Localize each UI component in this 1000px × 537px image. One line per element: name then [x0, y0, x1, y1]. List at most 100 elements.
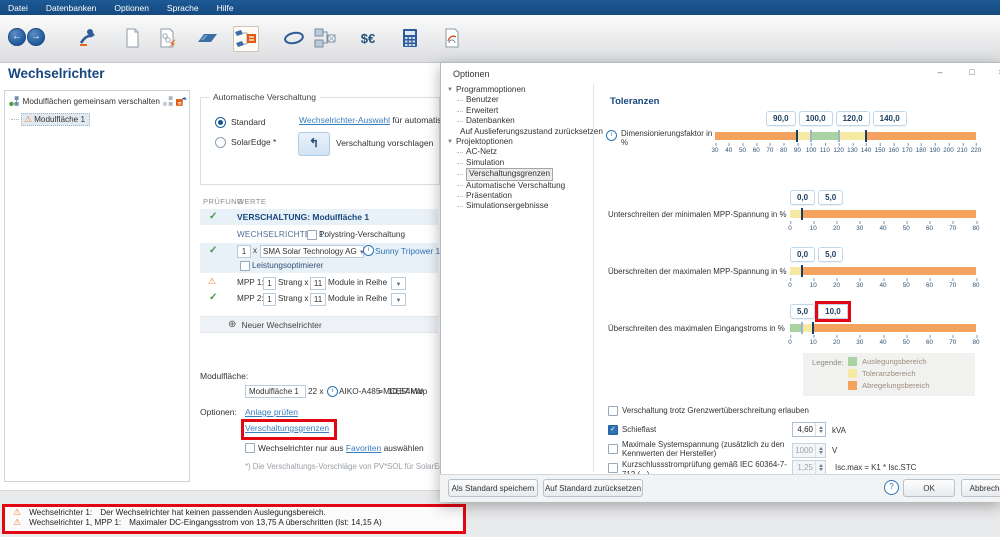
dialog-divider: [593, 84, 594, 472]
slider-track[interactable]: [715, 132, 976, 140]
slider-segment: [839, 132, 866, 140]
slider-marker[interactable]: [801, 322, 803, 334]
tariff-calculator-icon[interactable]: [398, 26, 422, 50]
spinner-arrows[interactable]: [815, 461, 825, 474]
tree-node-projektoptionen[interactable]: ▼Projektoptionen: [447, 137, 593, 147]
cables-icon[interactable]: [282, 26, 306, 50]
tolerance-value-highlighted[interactable]: 10,0: [818, 304, 848, 319]
tree-node-benutzer[interactable]: Benutzer: [447, 95, 593, 105]
tree-node-erweitert[interactable]: Erweitert: [447, 106, 593, 116]
module-area-name-input[interactable]: Modulfläche 1: [245, 385, 306, 398]
system-diagram-icon[interactable]: [313, 26, 337, 50]
schieflast-spinner[interactable]: 4,60: [792, 422, 826, 437]
radio-standard-label: Standard: [231, 117, 266, 127]
mpp1-strings-input[interactable]: 1: [263, 277, 276, 290]
maximize-button[interactable]: □: [965, 67, 979, 77]
mpp1-dropdown[interactable]: ▼: [391, 277, 406, 290]
inverter-selection-link[interactable]: Wechselrichter-Auswahl: [299, 115, 390, 125]
tree-node-datenbanken[interactable]: Datenbanken: [447, 116, 593, 126]
module-areas-icon[interactable]: [195, 26, 219, 50]
load-project-data-icon[interactable]: [155, 26, 179, 50]
check-system-link[interactable]: Anlage prüfen: [245, 407, 298, 417]
slider-marker[interactable]: [865, 130, 867, 142]
tree-item-modulflaeche-1[interactable]: ⚠ Modulfläche 1: [11, 113, 90, 126]
manufacturer-select[interactable]: SMA Solar Technology AG ▼: [260, 245, 364, 258]
tolerance-value[interactable]: 5,0: [818, 247, 843, 262]
tolerance-value[interactable]: 0,0: [790, 190, 815, 205]
menu-item-optionen[interactable]: Optionen: [114, 3, 149, 13]
slider-marker[interactable]: [838, 130, 840, 142]
tolerance-value[interactable]: 120,0: [836, 111, 870, 126]
cancel-button[interactable]: Abbrechen: [961, 479, 1000, 497]
tree-node-zuruecksetzen[interactable]: Auf Auslieferungszustand zurücksetzen: [447, 127, 593, 137]
reset-to-default-button[interactable]: Auf Standard zurücksetzen: [543, 479, 643, 497]
tolerance-value[interactable]: 5,0: [818, 190, 843, 205]
inverter-model-link[interactable]: Sunny Tripower 10: [375, 246, 445, 256]
allow-exceed-checkbox[interactable]: [608, 406, 618, 416]
slider-track[interactable]: [790, 210, 976, 218]
tree-node-ac-netz[interactable]: AC-Netz: [447, 147, 593, 157]
schieflast-checkbox[interactable]: [608, 425, 618, 435]
tick-label: 70: [766, 147, 773, 154]
slider-marker[interactable]: [810, 130, 812, 142]
info-icon[interactable]: i: [327, 386, 338, 397]
polystring-checkbox[interactable]: [307, 230, 317, 240]
tree-node-verschaltungsgrenzen[interactable]: Verschaltungsgrenzen: [447, 168, 593, 180]
spinner-arrows[interactable]: [815, 444, 825, 457]
max-voltage-spinner[interactable]: 1000: [792, 443, 826, 458]
help-button[interactable]: ?: [884, 480, 899, 495]
suggest-interconnection-icon[interactable]: ↰: [298, 132, 330, 156]
slider-marker[interactable]: [801, 208, 803, 220]
mpp1-modules-input[interactable]: 11: [310, 277, 326, 290]
tree-node-automatische-verschaltung[interactable]: Automatische Verschaltung: [447, 181, 593, 191]
new-configuration-icon[interactable]: [176, 96, 187, 107]
inverter-count-input[interactable]: 1: [237, 245, 251, 258]
short-circuit-spinner[interactable]: 1,25: [792, 460, 826, 475]
new-inverter-button[interactable]: ⊕ Neuer Wechselrichter: [200, 316, 438, 333]
split-areas-icon[interactable]: [163, 96, 174, 107]
info-icon[interactable]: i: [606, 130, 617, 141]
slider-marker[interactable]: [812, 322, 814, 334]
spinner-arrows[interactable]: [815, 423, 825, 436]
slider-marker[interactable]: [801, 265, 803, 277]
tree-node-programmoptionen[interactable]: ▼Programmoptionen: [447, 85, 593, 95]
tolerance-value[interactable]: 100,0: [799, 111, 833, 126]
tolerance-value[interactable]: 5,0: [790, 304, 815, 319]
mpp2-strings-input[interactable]: 1: [263, 293, 276, 306]
new-project-icon[interactable]: [120, 26, 144, 50]
radio-solaredge[interactable]: [215, 137, 226, 148]
project-wizard-icon[interactable]: [76, 26, 100, 50]
radio-standard[interactable]: [215, 117, 226, 128]
tolerance-value[interactable]: 0,0: [790, 247, 815, 262]
mpp2-dropdown[interactable]: ▼: [391, 293, 406, 306]
menu-item-datenbanken[interactable]: Datenbanken: [46, 3, 97, 13]
back-button[interactable]: ←: [8, 28, 26, 46]
mpp2-modules-input[interactable]: 11: [310, 293, 326, 306]
menu-item-hilfe[interactable]: Hilfe: [217, 3, 234, 13]
tolerance-value[interactable]: 140,0: [873, 111, 907, 126]
tree-root-row[interactable]: Modulflächen gemeinsam verschalten: [9, 96, 187, 107]
info-icon[interactable]: i: [363, 245, 374, 256]
forward-button[interactable]: →: [27, 28, 45, 46]
optimizer-checkbox[interactable]: [240, 261, 250, 271]
financing-icon[interactable]: $€: [352, 26, 384, 50]
tolerance-value[interactable]: 90,0: [766, 111, 796, 126]
slider-marker[interactable]: [796, 130, 798, 142]
tree-node-praesentation[interactable]: Präsentation: [447, 191, 593, 201]
menu-item-datei[interactable]: Datei: [8, 3, 28, 13]
save-as-default-button[interactable]: Als Standard speichern: [448, 479, 538, 497]
favorites-link[interactable]: Favoriten: [346, 443, 381, 453]
tree-node-simulation[interactable]: Simulation: [447, 158, 593, 168]
slider-track[interactable]: [790, 267, 976, 275]
slider-track[interactable]: [790, 324, 976, 332]
short-circuit-checkbox[interactable]: [608, 463, 618, 473]
minimize-button[interactable]: –: [933, 67, 947, 77]
ok-button[interactable]: OK: [903, 479, 955, 497]
report-icon[interactable]: [440, 26, 464, 50]
max-voltage-checkbox[interactable]: [608, 444, 618, 454]
close-button[interactable]: ×: [994, 67, 1000, 77]
tree-node-simulationsergebnisse[interactable]: Simulationsergebnisse: [447, 201, 593, 211]
menu-item-sprache[interactable]: Sprache: [167, 3, 199, 13]
favorites-only-checkbox[interactable]: [245, 443, 255, 453]
inverter-configuration-icon[interactable]: [233, 26, 259, 52]
